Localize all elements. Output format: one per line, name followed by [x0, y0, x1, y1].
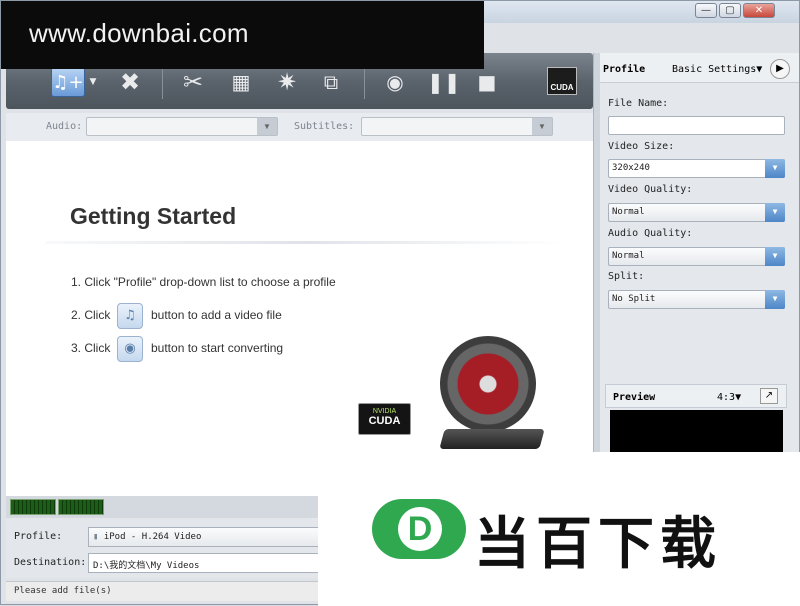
chevron-down-icon: ▼ — [765, 290, 785, 309]
x-icon: ✖ — [119, 68, 141, 96]
merge-button[interactable]: ⧉ — [316, 67, 346, 97]
video-size-select[interactable]: 320x240 ▼ — [608, 159, 785, 178]
chevron-down-icon: ▼ — [532, 118, 552, 135]
music-note-plus-icon: ♫+ — [52, 72, 84, 93]
step-1: 1. Click "Profile" drop-down list to cho… — [71, 275, 336, 289]
toolbar-divider — [162, 65, 163, 99]
effect-button[interactable]: ▦ — [226, 67, 256, 97]
preview-header: Preview 4:3▼ ↗ — [605, 384, 787, 408]
getting-started-title: Getting Started — [70, 203, 237, 229]
subtitles-select[interactable]: ▼ — [361, 117, 553, 136]
video-quality-select[interactable]: Normal ▼ — [608, 203, 785, 222]
pause-icon: ❚❚ — [427, 70, 461, 94]
site-logo-mark: D — [372, 499, 466, 559]
destination-field[interactable]: D:\我的文档\My Videos — [88, 553, 328, 573]
nvidia-cuda-badge: NVIDIA CUDA — [358, 403, 411, 435]
minimize-button[interactable]: — — [695, 3, 717, 18]
aspect-ratio-value: 4:3 — [717, 392, 736, 403]
profile-value: iPod - H.264 Video — [103, 532, 202, 542]
audio-quality-select[interactable]: Normal ▼ — [608, 247, 785, 266]
basic-settings-menu[interactable]: Basic Settings▼ — [672, 64, 762, 75]
video-quality-value: Normal — [612, 207, 645, 217]
toolbar-divider — [364, 65, 365, 99]
split-label: Split: — [608, 271, 645, 282]
stop-button[interactable]: ■ — [474, 67, 500, 97]
profile-select[interactable]: ▮ iPod - H.264 Video — [88, 527, 328, 547]
step-2-suffix: button to add a video file — [151, 308, 282, 322]
film-strip-icon: ▦ — [231, 70, 251, 94]
title-underline — [46, 241, 566, 244]
puzzle-icon: ⧉ — [323, 70, 339, 94]
video-size-label: Video Size: — [608, 141, 675, 152]
audio-quality-label: Audio Quality: — [608, 228, 693, 239]
pause-button[interactable]: ❚❚ — [427, 67, 461, 97]
cuda-text: CUDA — [368, 415, 401, 427]
logo-letter: D — [398, 507, 442, 551]
file-name-label: File Name: — [608, 98, 669, 109]
cuda-logo: CUDA — [547, 67, 577, 95]
nvidia-text: NVIDIA — [372, 408, 397, 415]
video-size-value: 320x240 — [612, 163, 650, 173]
step-3-prefix: 3. Click — [71, 341, 111, 355]
step-3-suffix: button to start converting — [151, 341, 284, 355]
add-file-dropdown-arrow[interactable]: ▼ — [88, 67, 98, 97]
scissors-icon: ✂ — [182, 68, 204, 96]
track-bar: Audio: ▼ Subtitles: ▼ — [6, 113, 593, 141]
split-value: No Split — [612, 294, 656, 304]
progress-segment — [58, 499, 104, 515]
add-file-icon: ♫ — [117, 303, 143, 329]
audio-track-select[interactable]: ▼ — [86, 117, 278, 136]
record-icon: ◉ — [386, 70, 404, 94]
convert-button[interactable]: ◉ — [382, 67, 408, 97]
split-select[interactable]: No Split ▼ — [608, 290, 785, 309]
play-right-icon[interactable]: ▶ — [770, 59, 790, 79]
destination-label: Destination: — [14, 557, 87, 568]
film-reel-stand — [439, 429, 545, 449]
preview-label: Preview — [613, 392, 656, 403]
app-window: — ▢ ✕ ♫+ ▼ ✖ ✂ ▦ ✷ ⧉ ◉ ❚❚ ■ CUDA www.dow… — [0, 0, 800, 606]
watermark-banner: www.downbai.com — [1, 1, 484, 69]
aspect-ratio-select[interactable]: 4:3▼ — [717, 392, 741, 403]
site-logo-text: 当百下载 — [474, 512, 722, 577]
audio-label: Audio: — [46, 121, 83, 132]
stop-icon: ■ — [477, 70, 497, 94]
delete-button[interactable]: ✖ — [116, 67, 144, 97]
settings-header: Profile Basic Settings▼ ▶ — [600, 53, 799, 83]
video-quality-label: Video Quality: — [608, 184, 693, 195]
chevron-down-icon: ▼ — [257, 118, 277, 135]
convert-icon: ◉ — [117, 336, 143, 362]
film-reel-icon — [440, 336, 536, 432]
trim-button[interactable]: ✂ — [178, 67, 208, 97]
basic-settings-label: Basic Settings — [672, 64, 757, 75]
chevron-down-icon: ▼ — [765, 247, 785, 266]
expand-preview-icon[interactable]: ↗ — [760, 388, 778, 404]
add-file-button[interactable]: ♫+ — [51, 67, 85, 97]
progress-segment — [10, 499, 56, 515]
profile-label: Profile: — [14, 531, 63, 542]
file-list-area[interactable]: Getting Started 1. Click "Profile" drop-… — [6, 141, 593, 496]
chevron-down-icon: ▼ — [765, 203, 785, 222]
subtitles-label: Subtitles: — [294, 121, 355, 132]
profile-tab[interactable]: Profile — [603, 64, 645, 75]
chevron-down-icon: ▼ — [765, 159, 785, 178]
close-button[interactable]: ✕ — [743, 3, 775, 18]
audio-quality-value: Normal — [612, 251, 645, 261]
enhance-button[interactable]: ✷ — [272, 67, 302, 97]
video-file-icon: ▮ — [93, 532, 104, 542]
file-name-input[interactable] — [608, 116, 785, 135]
maximize-button[interactable]: ▢ — [719, 3, 741, 18]
step-2-prefix: 2. Click — [71, 308, 111, 322]
site-logo-overlay: D 当百下载 — [318, 452, 800, 606]
star-icon: ✷ — [276, 68, 298, 96]
